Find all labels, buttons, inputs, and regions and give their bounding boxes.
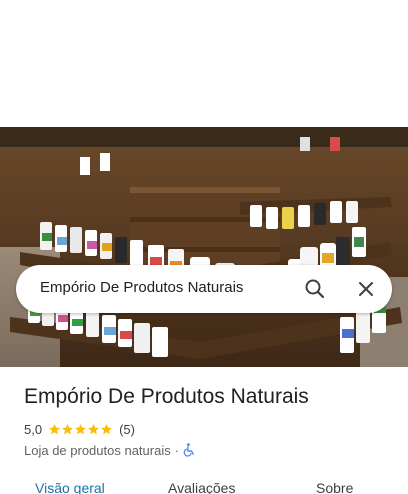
place-info: Empório De Produtos Naturais 5,0 (5) Loj…: [0, 367, 408, 494]
close-icon: [359, 282, 373, 296]
tab-about[interactable]: Sobre: [316, 480, 353, 494]
star-icon: [101, 423, 112, 434]
map-blank-area: [0, 0, 408, 127]
rating-row[interactable]: 5,0 (5): [24, 420, 135, 438]
star-icon: [75, 423, 86, 434]
star-icon: [88, 423, 99, 434]
place-title: Empório De Produtos Naturais: [24, 385, 309, 408]
rating-value: 5,0: [24, 421, 43, 437]
search-bar[interactable]: Empório De Produtos Naturais: [16, 265, 392, 313]
category-row: Loja de produtos naturais ·: [24, 441, 196, 459]
wheelchair-icon: [183, 443, 194, 457]
star-icon: [62, 423, 73, 434]
close-button[interactable]: [352, 275, 380, 303]
place-panel: Empório De Produtos Naturais Empório De …: [0, 0, 408, 494]
place-tabs: Visão geral Avaliações Sobre: [0, 477, 408, 494]
star-rating: [48, 423, 113, 436]
search-button[interactable]: [301, 275, 329, 303]
star-icon: [49, 423, 60, 434]
search-icon: [305, 279, 325, 299]
search-input[interactable]: Empório De Produtos Naturais: [40, 279, 243, 296]
separator-dot: ·: [174, 442, 180, 458]
store-shelves-image: [0, 127, 408, 367]
tab-overview[interactable]: Visão geral: [35, 480, 105, 494]
place-category[interactable]: Loja de produtos naturais: [24, 443, 171, 458]
review-count[interactable]: (5): [119, 422, 135, 437]
place-photo[interactable]: Empório De Produtos Naturais: [0, 127, 408, 367]
tab-reviews[interactable]: Avaliações: [168, 480, 235, 494]
